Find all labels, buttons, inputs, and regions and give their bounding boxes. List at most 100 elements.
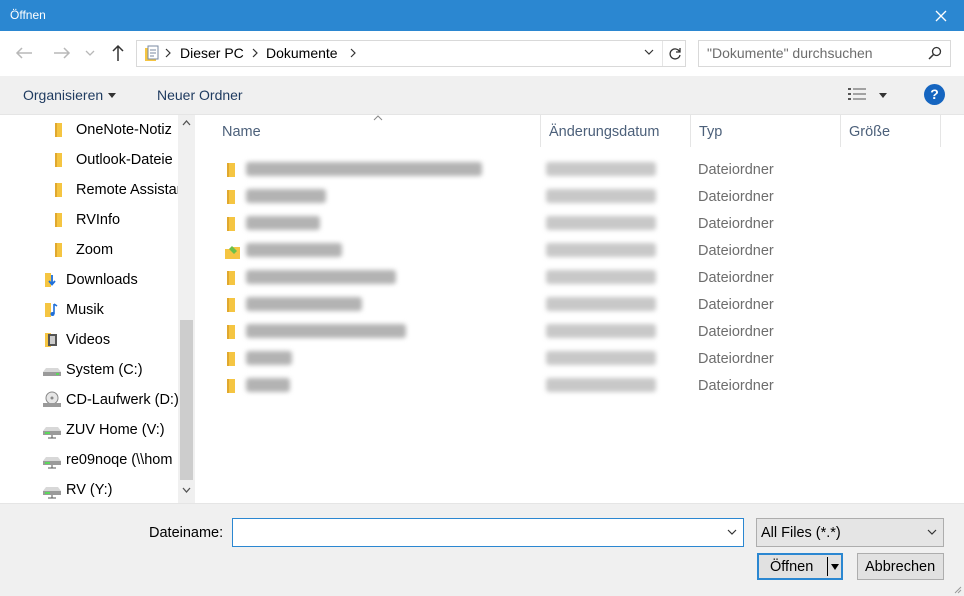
breadcrumb-this-pc[interactable]: Dieser PC [180,45,244,61]
file-type-filter[interactable]: All Files (*.*) [756,518,944,547]
breadcrumb-documents[interactable]: Dokumente [266,45,338,61]
documents-location-icon [145,45,159,61]
folder-icon [227,352,235,366]
refresh-icon [668,47,681,60]
column-label: Größe [849,124,891,140]
sidebar-item-label: Musik [66,302,104,318]
table-row[interactable]: Dateiordner [220,157,960,184]
search-icon[interactable] [928,46,942,60]
column-header-size[interactable]: Größe [841,115,941,147]
column-header-date[interactable]: Änderungsdatum [541,115,691,147]
view-options-icon[interactable] [848,87,866,101]
table-row[interactable]: Dateiordner [220,211,960,238]
folder-icon [227,217,235,231]
file-type: Dateiordner [698,378,774,394]
file-name-redacted [246,351,292,365]
resize-grip-icon[interactable] [952,584,962,594]
file-name-redacted [246,378,290,392]
file-name-redacted [246,270,396,284]
videos-icon [45,333,57,347]
arrow-up-icon [112,44,124,61]
sidebar-item-label: System (C:) [66,362,143,378]
open-button-label: Öffnen [770,559,814,575]
file-type: Dateiordner [698,270,774,286]
search-box[interactable] [698,40,951,67]
filename-label: Dateiname: [149,525,224,541]
folder-icon [227,190,235,204]
filename-input[interactable] [237,523,717,539]
sidebar-item-label: re09noqe (\\hom [66,452,173,468]
file-type: Dateiordner [698,189,774,205]
folder-icon [227,271,235,285]
sidebar-item-label: RVInfo [76,212,121,228]
table-row[interactable]: Dateiordner [220,319,960,346]
file-date-redacted [546,189,656,203]
scrollbar-thumb[interactable] [180,320,193,480]
sidebar-item-label: OneNote-Notiz [76,122,172,138]
refresh-button[interactable] [662,41,686,66]
sidebar-item-label: Zoom [76,242,114,258]
table-row[interactable]: Dateiordner [220,265,960,292]
open-button[interactable]: Öffnen [757,553,843,580]
column-header-type[interactable]: Typ [691,115,841,147]
help-icon[interactable]: ? [924,84,945,105]
folder-icon [55,153,62,167]
file-date-redacted [546,351,656,365]
file-type: Dateiordner [698,243,774,259]
command-bar: Organisieren Neuer Ordner ? [0,76,964,115]
address-history-dropdown-icon[interactable] [644,49,654,55]
recent-locations-button[interactable] [82,41,98,65]
navigation-pane-scrollbar[interactable] [178,115,195,503]
network-drive-icon [43,427,61,439]
table-row[interactable]: Dateiordner [220,184,960,211]
file-list: Name Änderungsdatum Typ Größe Dateiordne… [195,115,964,503]
scroll-up-icon[interactable] [182,120,191,126]
folder-icon [227,379,235,393]
network-drive-icon [43,487,61,499]
file-date-redacted [546,216,656,230]
address-bar[interactable]: Dieser PC Dokumente [136,40,686,67]
new-folder-button[interactable]: Neuer Ordner [157,87,243,103]
sidebar-item-label: Outlook-Dateie [76,152,173,168]
drive-icon [43,368,61,376]
table-row[interactable]: Dateiordner [220,373,960,400]
sort-ascending-icon [373,115,383,121]
chevron-down-icon [85,50,95,56]
up-button[interactable] [106,41,130,65]
search-input[interactable] [707,45,917,61]
close-button[interactable] [918,0,964,31]
file-type: Dateiordner [698,297,774,313]
file-date-redacted [546,270,656,284]
forward-button[interactable] [50,41,74,65]
table-row[interactable]: Dateiordner [220,346,960,373]
open-options-arrow-icon[interactable] [831,564,839,570]
sidebar-item-label: Downloads [66,272,138,288]
file-name-redacted [246,189,326,203]
back-button[interactable] [12,41,36,65]
column-label: Name [222,124,261,140]
organize-label: Organisieren [23,87,104,103]
table-row[interactable]: Dateiordner [220,292,960,319]
view-dropdown-icon[interactable] [879,93,887,98]
file-name-redacted [246,324,406,338]
special-folder-icon [225,246,240,259]
filename-combobox[interactable] [232,518,744,547]
sidebar-item-label: Remote Assistar [76,182,178,198]
cancel-button[interactable]: Abbrechen [857,553,944,580]
caret-down-icon [108,93,117,98]
organize-button[interactable]: Organisieren [23,87,117,103]
file-date-redacted [546,162,656,176]
table-row[interactable]: Dateiordner [220,238,960,265]
column-label: Änderungsdatum [549,124,660,140]
title-bar: Öffnen [0,0,964,31]
folder-icon [227,325,235,339]
chevron-down-icon[interactable] [727,529,737,535]
chevron-down-icon [927,529,937,535]
file-type: Dateiordner [698,351,774,367]
folder-icon [227,163,235,177]
folder-icon [55,243,62,257]
music-icon [45,303,58,317]
file-date-redacted [546,297,656,311]
cd-drive-icon [43,391,61,407]
scroll-down-icon[interactable] [182,487,191,493]
